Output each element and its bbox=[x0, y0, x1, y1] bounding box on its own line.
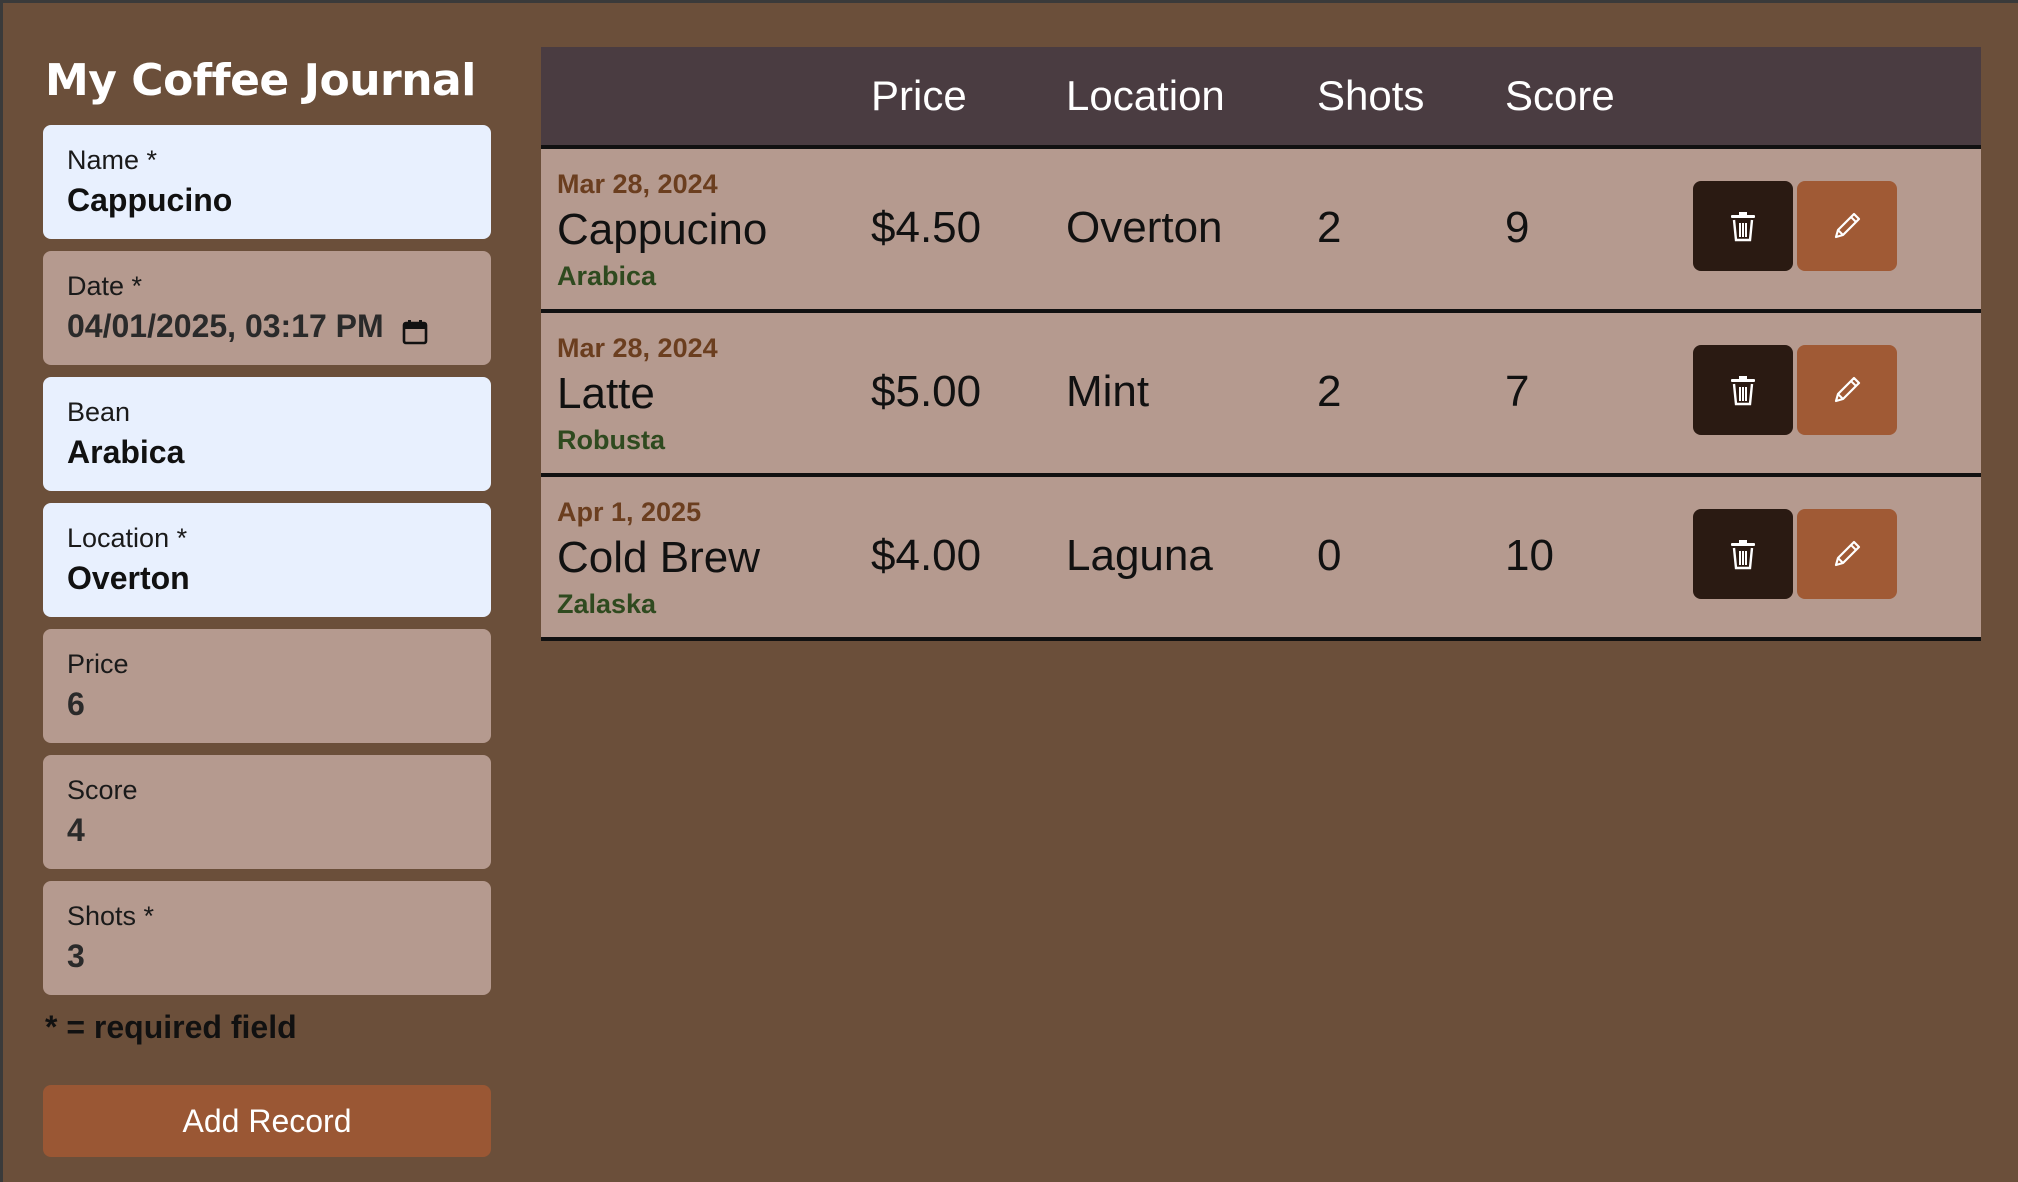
app-title: My Coffee Journal bbox=[45, 55, 476, 106]
row-location: Laguna bbox=[1066, 531, 1213, 580]
trash-icon bbox=[1731, 212, 1755, 242]
edit-button[interactable] bbox=[1797, 181, 1897, 271]
price-field-label: Price bbox=[67, 649, 129, 679]
location-field-label: Location * bbox=[67, 523, 188, 553]
shots-field[interactable]: Shots * 3 bbox=[43, 881, 491, 995]
bean-field-value[interactable]: Arabica bbox=[67, 431, 184, 473]
row-score: 9 bbox=[1505, 203, 1530, 252]
required-field-note: * = required field bbox=[45, 1009, 297, 1045]
row-shots: 0 bbox=[1317, 531, 1342, 580]
row-date: Mar 28, 2024 bbox=[557, 169, 718, 199]
row-date: Apr 1, 2025 bbox=[557, 497, 702, 527]
name-field[interactable]: Name * Cappucino bbox=[43, 125, 491, 239]
row-date: Mar 28, 2024 bbox=[557, 333, 718, 363]
row-name: Cold Brew bbox=[557, 533, 760, 582]
score-field-label: Score bbox=[67, 775, 138, 805]
row-price: $4.00 bbox=[871, 531, 982, 580]
add-record-button[interactable]: Add Record bbox=[43, 1085, 491, 1157]
entry-form-panel: My Coffee Journal Name * Cappucino Date … bbox=[43, 53, 493, 1157]
table-header: Price Location Shots Score bbox=[541, 47, 1981, 149]
bean-field-label: Bean bbox=[67, 397, 131, 427]
row-score: 10 bbox=[1505, 531, 1554, 580]
price-field[interactable]: Price 6 bbox=[43, 629, 491, 743]
row-score: 7 bbox=[1505, 367, 1530, 416]
row-bean: Zalaska bbox=[557, 589, 657, 619]
table-row: Apr 1, 2025 Cold Brew Zalaska $4.00 Lagu… bbox=[541, 477, 1981, 641]
header-shots: Shots bbox=[1317, 72, 1425, 119]
pencil-icon bbox=[1834, 212, 1861, 239]
score-field[interactable]: Score 4 bbox=[43, 755, 491, 869]
name-field-value[interactable]: Cappucino bbox=[67, 179, 232, 221]
delete-button[interactable] bbox=[1693, 181, 1793, 271]
row-price: $4.50 bbox=[871, 203, 982, 252]
edit-button[interactable] bbox=[1797, 345, 1897, 435]
location-field-value[interactable]: Overton bbox=[67, 557, 190, 599]
location-field[interactable]: Location * Overton bbox=[43, 503, 491, 617]
header-location: Location bbox=[1066, 72, 1225, 119]
trash-icon bbox=[1731, 540, 1755, 570]
row-name: Latte bbox=[557, 369, 655, 418]
bean-field[interactable]: Bean Arabica bbox=[43, 377, 491, 491]
edit-button[interactable] bbox=[1797, 509, 1897, 599]
delete-button[interactable] bbox=[1693, 509, 1793, 599]
row-shots: 2 bbox=[1317, 367, 1342, 416]
price-field-value[interactable]: 6 bbox=[67, 683, 85, 725]
shots-field-label: Shots * bbox=[67, 901, 155, 931]
calendar-icon[interactable] bbox=[402, 313, 428, 345]
name-field-label: Name * bbox=[67, 145, 158, 175]
row-location: Overton bbox=[1066, 203, 1223, 252]
row-bean: Arabica bbox=[557, 261, 657, 291]
pencil-icon bbox=[1834, 540, 1861, 567]
row-location: Mint bbox=[1066, 367, 1150, 416]
shots-field-value[interactable]: 3 bbox=[67, 935, 85, 977]
score-field-value[interactable]: 4 bbox=[67, 809, 85, 851]
table-row: Mar 28, 2024 Latte Robusta $5.00 Mint 2 … bbox=[541, 313, 1981, 477]
row-bean: Robusta bbox=[557, 425, 665, 455]
row-shots: 2 bbox=[1317, 203, 1342, 252]
date-field-label: Date * bbox=[67, 271, 143, 301]
delete-button[interactable] bbox=[1693, 345, 1793, 435]
coffee-records-table: Price Location Shots Score Mar 28, 2024 … bbox=[541, 47, 1981, 641]
pencil-icon bbox=[1834, 376, 1861, 403]
date-field[interactable]: Date * 04/01/2025, 03:17 PM bbox=[43, 251, 491, 365]
row-price: $5.00 bbox=[871, 367, 982, 416]
header-score: Score bbox=[1505, 72, 1615, 119]
header-price: Price bbox=[871, 72, 967, 119]
date-field-value[interactable]: 04/01/2025, 03:17 PM bbox=[67, 305, 384, 347]
row-name: Cappucino bbox=[557, 205, 768, 254]
trash-icon bbox=[1731, 376, 1755, 406]
table-row: Mar 28, 2024 Cappucino Arabica $4.50 Ove… bbox=[541, 149, 1981, 313]
